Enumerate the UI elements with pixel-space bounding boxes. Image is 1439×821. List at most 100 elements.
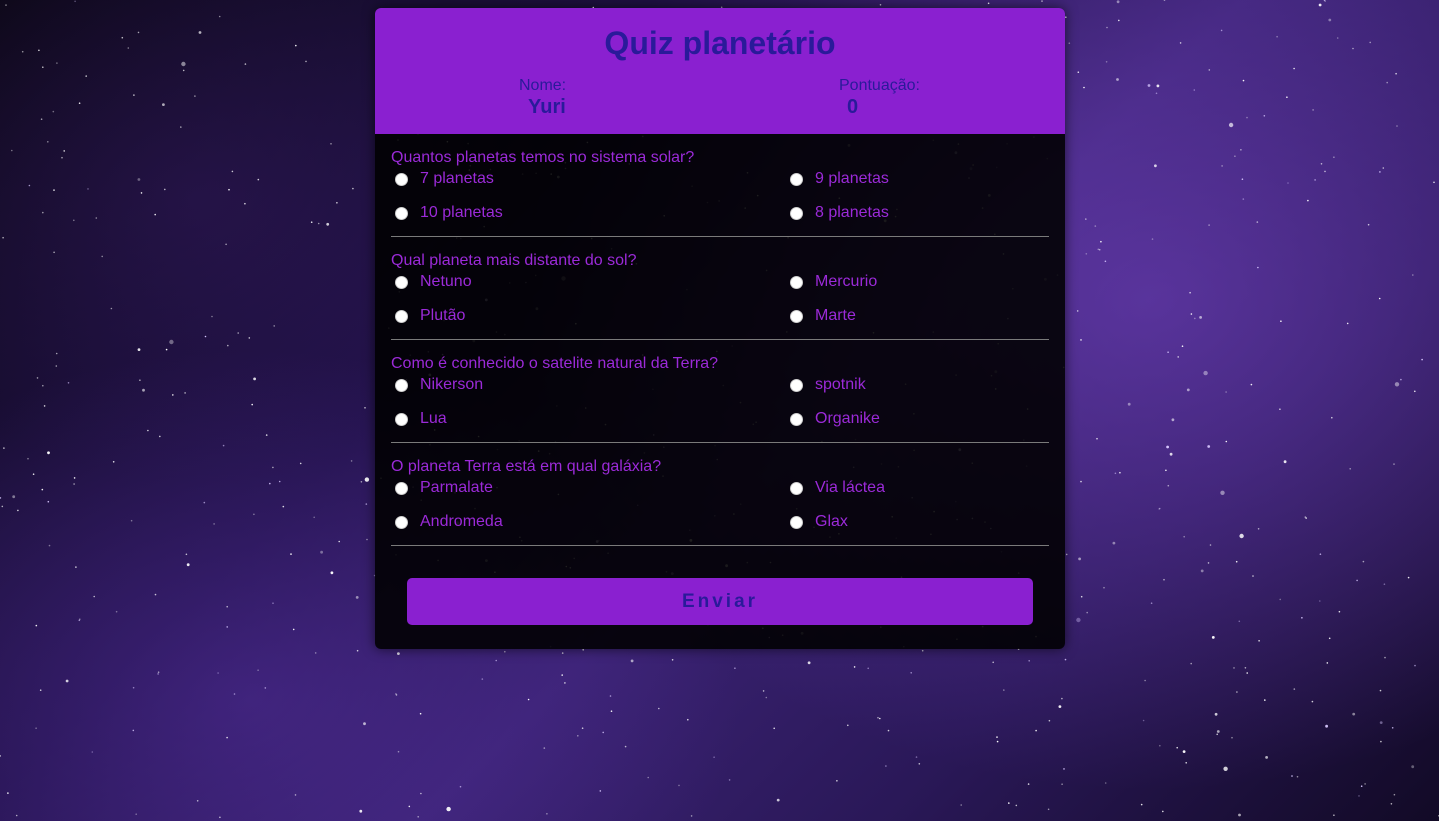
star	[213, 523, 215, 525]
star	[159, 435, 161, 438]
radio-button[interactable]	[790, 309, 803, 323]
star	[251, 403, 253, 406]
radio-button[interactable]	[790, 412, 803, 426]
question-list: Quantos planetas temos no sistema solar?…	[375, 134, 1065, 546]
star	[1065, 553, 1068, 556]
star	[182, 69, 185, 72]
answer-option[interactable]: Via láctea	[786, 479, 885, 497]
answer-option[interactable]: Netuno	[391, 273, 472, 291]
star	[581, 727, 584, 729]
answer-option[interactable]: Marte	[786, 307, 856, 325]
radio-button[interactable]	[790, 515, 803, 529]
star	[397, 750, 400, 753]
radio-button[interactable]	[790, 275, 803, 289]
answer-option[interactable]: spotnik	[786, 376, 866, 394]
star	[1319, 600, 1321, 602]
answer-option[interactable]: Mercurio	[786, 273, 877, 291]
star	[1162, 810, 1164, 813]
star	[853, 666, 856, 668]
star	[1105, 61, 1108, 63]
star	[1336, 37, 1339, 39]
star	[1391, 727, 1394, 729]
star	[7, 792, 9, 794]
star	[135, 813, 137, 815]
radio-button[interactable]	[790, 172, 803, 186]
star	[1156, 84, 1160, 88]
star	[253, 513, 255, 516]
star	[1166, 445, 1169, 449]
radio-button[interactable]	[395, 412, 408, 426]
star	[1214, 712, 1218, 716]
star	[836, 780, 838, 782]
star	[1182, 750, 1186, 753]
star	[35, 624, 38, 627]
star	[713, 756, 715, 758]
star	[1324, 170, 1326, 173]
star	[121, 36, 124, 39]
star	[67, 382, 70, 384]
star	[74, 0, 76, 3]
star	[1333, 156, 1335, 158]
star	[1360, 785, 1363, 787]
star	[73, 219, 75, 222]
star	[237, 332, 239, 334]
star	[1296, 775, 1299, 778]
star	[527, 698, 530, 701]
radio-button[interactable]	[790, 481, 803, 495]
star	[27, 457, 29, 460]
submit-button[interactable]: Enviar	[407, 578, 1033, 625]
answer-option[interactable]: 10 planetas	[391, 204, 503, 222]
star	[1250, 383, 1253, 386]
radio-button[interactable]	[395, 378, 408, 392]
star	[115, 610, 118, 613]
star	[1305, 517, 1307, 519]
answer-option[interactable]: Nikerson	[391, 376, 483, 394]
option-label: 10 planetas	[420, 204, 503, 221]
answer-option[interactable]: Andromeda	[391, 513, 503, 531]
star	[1163, 578, 1165, 581]
star	[350, 460, 353, 462]
star	[1293, 688, 1296, 690]
star	[1263, 115, 1266, 117]
star	[1414, 390, 1416, 393]
answer-option[interactable]: 8 planetas	[786, 204, 889, 222]
option-label: 7 planetas	[420, 170, 494, 187]
radio-button[interactable]	[790, 206, 803, 220]
star	[1246, 116, 1248, 119]
star	[364, 477, 370, 482]
star	[1064, 658, 1067, 661]
radio-button[interactable]	[395, 309, 408, 323]
answer-option[interactable]: 7 planetas	[391, 170, 494, 188]
star	[1338, 610, 1341, 613]
star	[1100, 240, 1102, 243]
radio-button[interactable]	[395, 172, 408, 186]
answer-option[interactable]: 9 planetas	[786, 170, 889, 188]
star	[47, 500, 50, 503]
answer-option[interactable]: Parmalate	[391, 479, 493, 497]
radio-button[interactable]	[395, 515, 408, 529]
star	[1258, 640, 1260, 642]
radio-button[interactable]	[395, 206, 408, 220]
star	[228, 188, 230, 191]
answer-option[interactable]: Glax	[786, 513, 848, 531]
star	[561, 674, 563, 676]
answer-option[interactable]: Lua	[391, 410, 447, 428]
radio-button[interactable]	[395, 275, 408, 289]
radio-button[interactable]	[790, 378, 803, 392]
star	[1190, 662, 1192, 665]
star	[1367, 223, 1370, 226]
star	[364, 407, 366, 409]
star	[1179, 42, 1182, 44]
star	[1181, 345, 1184, 348]
star	[1231, 736, 1233, 739]
star	[546, 813, 548, 815]
star	[1094, 225, 1097, 227]
answer-option[interactable]: Plutão	[391, 307, 465, 325]
radio-button[interactable]	[395, 481, 408, 495]
star	[1077, 71, 1080, 73]
answer-option[interactable]: Organike	[786, 410, 880, 428]
option-label: Organike	[815, 410, 880, 427]
star	[269, 482, 271, 485]
star	[1352, 47, 1354, 50]
star	[992, 661, 994, 664]
